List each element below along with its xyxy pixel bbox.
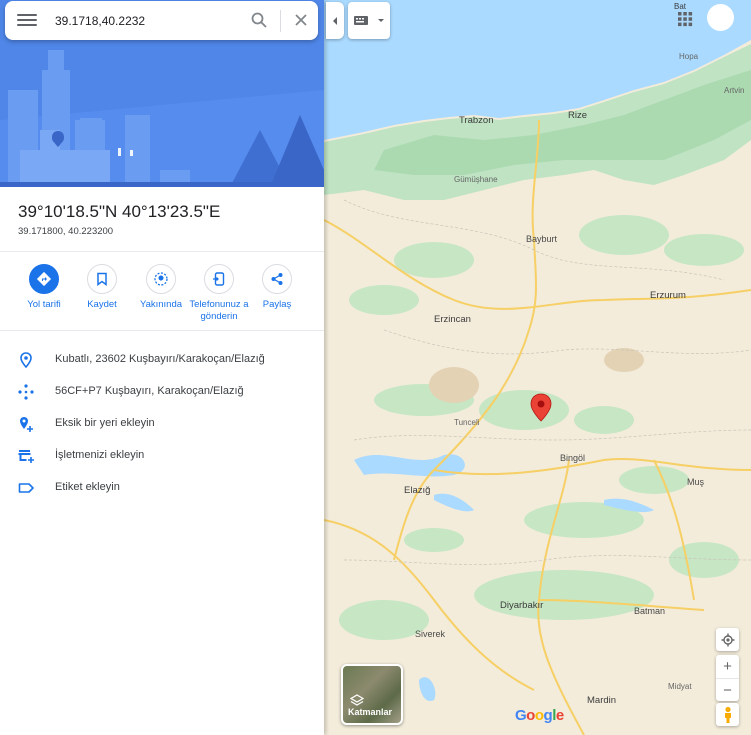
save-label: Kaydet — [87, 299, 117, 310]
label-erzincan: Erzincan — [434, 314, 471, 325]
layers-label: Katmanlar — [348, 707, 393, 717]
menu-icon[interactable] — [17, 11, 37, 29]
add-business-text: İşletmenizi ekleyin — [55, 449, 145, 461]
add-business-row[interactable]: İşletmenizi ekleyin — [0, 442, 324, 470]
caret-left-icon — [333, 16, 337, 25]
plus-code-text: 56CF+P7 Kuşbayırı, Karakoçan/Elazığ — [55, 385, 244, 397]
label-icon — [17, 479, 35, 497]
label-midyat: Midyat — [668, 682, 692, 691]
zoom-controls: + − — [716, 655, 739, 701]
my-location-button[interactable] — [716, 628, 739, 651]
divider — [0, 251, 324, 252]
label-rize: Rize — [568, 110, 588, 121]
my-location-icon — [721, 633, 734, 646]
label-mus: Muş — [687, 477, 705, 487]
add-missing-place-row[interactable]: Eksik bir yeri ekleyin — [0, 410, 324, 438]
map-canvas[interactable]: Trabzon Rize Hopa Artvin Gümüşhane Baybu… — [324, 0, 751, 735]
directions-label: Yol tarifi — [27, 299, 61, 310]
label-batman: Batman — [634, 606, 666, 616]
label-diyarbakir: Diyarbakır — [500, 600, 544, 611]
label-trabzon: Trabzon — [459, 115, 494, 126]
divider — [0, 330, 324, 331]
side-panel: 39°10'18.5"N 40°13'23.5"E 39.171800, 40.… — [0, 0, 324, 735]
search-icon[interactable] — [250, 11, 268, 29]
label-siverek: Siverek — [415, 629, 446, 639]
add-label-text: Etiket ekleyin — [55, 481, 120, 493]
google-logo: Google — [515, 707, 564, 724]
place-decimal-coords: 39.171800, 40.223200 — [18, 226, 114, 237]
label-bingol: Bingöl — [560, 453, 586, 463]
nearby-label: Yakınında — [139, 299, 183, 310]
label-tunceli: Tunceli — [454, 418, 480, 427]
pegman-icon — [724, 706, 731, 723]
share-icon — [262, 264, 292, 294]
plus-code-icon — [17, 383, 35, 401]
location-pin-icon — [17, 351, 35, 369]
address-text: Kubatlı, 23602 Kuşbayırı/Karakoçan/Elazı… — [55, 353, 265, 365]
label-mardin: Mardin — [587, 695, 617, 706]
label-hopa: Hopa — [679, 52, 699, 61]
address-row[interactable]: Kubatlı, 23602 Kuşbayırı/Karakoçan/Elazı… — [0, 346, 324, 374]
add-place-icon — [17, 415, 35, 433]
layers-button[interactable]: Katmanlar — [341, 664, 403, 725]
maps-app: Trabzon Rize Hopa Artvin Gümüşhane Baybu… — [0, 0, 751, 735]
add-label-row[interactable]: Etiket ekleyin — [0, 474, 324, 502]
place-title: 39°10'18.5"N 40°13'23.5"E — [18, 202, 221, 221]
avatar[interactable] — [707, 4, 734, 31]
search-box — [5, 1, 318, 40]
close-icon[interactable] — [292, 11, 310, 29]
plus-code-row[interactable]: 56CF+P7 Kuşbayırı, Karakoçan/Elazığ — [0, 378, 324, 406]
layers-icon — [349, 694, 365, 708]
label-erzurum: Erzurum — [650, 290, 686, 301]
zoom-out-button[interactable]: − — [716, 678, 739, 701]
keyboard-icon — [354, 16, 384, 25]
directions-button[interactable]: Yol tarifi — [14, 264, 74, 311]
add-missing-place-text: Eksik bir yeri ekleyin — [55, 417, 155, 429]
send-to-phone-button[interactable]: Telefonunuz a gönderin — [189, 264, 249, 323]
save-button[interactable]: Kaydet — [72, 264, 132, 311]
send-to-phone-icon — [204, 264, 234, 294]
bookmark-icon — [87, 264, 117, 294]
share-button[interactable]: Paylaş — [247, 264, 307, 311]
directions-icon — [29, 264, 59, 294]
label-bayburt: Bayburt — [526, 234, 558, 244]
label-elazig: Elazığ — [404, 485, 431, 496]
apps-grid-icon[interactable] — [676, 10, 694, 28]
input-tools-button[interactable] — [348, 2, 390, 39]
nearby-icon — [146, 264, 176, 294]
collapse-panel-button[interactable] — [326, 2, 344, 39]
pegman-button[interactable] — [716, 703, 739, 726]
add-business-icon — [17, 447, 35, 465]
zoom-in-button[interactable]: + — [716, 655, 739, 678]
nearby-button[interactable]: Yakınında — [131, 264, 191, 311]
label-artvin: Artvin — [724, 86, 745, 95]
label-gumushane: Gümüşhane — [454, 175, 498, 184]
map-graphic — [324, 0, 751, 735]
send-to-phone-label: Telefonunuz a gönderin — [189, 299, 249, 322]
share-label: Paylaş — [262, 299, 292, 310]
search-input[interactable] — [55, 10, 235, 32]
search-divider — [280, 10, 281, 32]
